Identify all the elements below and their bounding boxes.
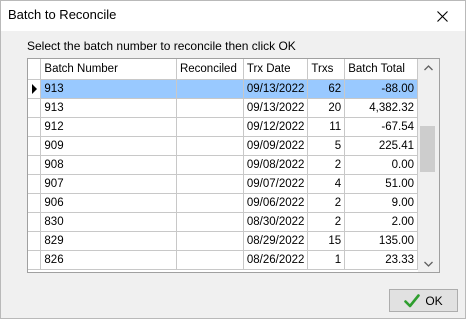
batch-grid[interactable]: Batch Number Reconciled Trx Date Trxs Ba… — [27, 58, 440, 273]
row-indicator — [28, 212, 42, 232]
cell-batch-total: 225.41 — [344, 136, 418, 156]
cell-batch-number: 913 — [40, 79, 177, 99]
cell-trx-date: 09/12/2022 — [243, 117, 309, 137]
batch-table: Batch Number Reconciled Trx Date Trxs Ba… — [28, 59, 418, 270]
cell-trx-date: 09/09/2022 — [243, 136, 309, 156]
column-header-trx-date[interactable]: Trx Date — [243, 59, 309, 80]
ok-button[interactable]: OK — [389, 289, 458, 312]
cell-reconciled — [176, 117, 244, 137]
column-header-trxs[interactable]: Trxs — [307, 59, 346, 80]
cell-trx-date: 09/13/2022 — [243, 79, 309, 99]
table-row[interactable]: 912 09/12/2022 11 -67.54 — [28, 117, 418, 137]
cell-trx-date: 09/13/2022 — [243, 98, 309, 118]
cell-batch-total: -88.00 — [344, 79, 418, 99]
cell-trxs: 2 — [307, 212, 346, 232]
cell-reconciled — [176, 250, 244, 270]
cell-batch-total: -67.54 — [344, 117, 418, 137]
cell-batch-total: 4,382.32 — [344, 98, 418, 118]
chevron-up-icon — [424, 64, 433, 70]
close-icon — [436, 10, 448, 22]
cell-reconciled — [176, 193, 244, 213]
cell-batch-number: 826 — [40, 250, 177, 270]
table-row[interactable]: 909 09/09/2022 5 225.41 — [28, 136, 418, 156]
cell-reconciled — [176, 98, 244, 118]
scroll-down-button[interactable] — [418, 255, 439, 272]
column-header-batch-number[interactable]: Batch Number — [40, 59, 177, 80]
cell-trx-date: 09/08/2022 — [243, 155, 309, 175]
table-row[interactable]: 913 09/13/2022 62 -88.00 — [28, 79, 418, 99]
scroll-up-button[interactable] — [418, 59, 439, 76]
cell-trx-date: 09/07/2022 — [243, 174, 309, 194]
table-row[interactable]: 908 09/08/2022 2 0.00 — [28, 155, 418, 175]
row-indicator — [28, 193, 42, 213]
close-button[interactable] — [419, 1, 465, 31]
cell-batch-number: 908 — [40, 155, 177, 175]
cell-batch-total: 2.00 — [344, 212, 418, 232]
checkmark-icon — [404, 293, 421, 307]
cell-trxs: 5 — [307, 136, 346, 156]
grid-body: 913 09/13/2022 62 -88.00 913 09/13/2022 20 4,38… — [28, 79, 418, 270]
row-indicator — [28, 117, 42, 137]
table-row[interactable]: 913 09/13/2022 20 4,382.32 — [28, 98, 418, 118]
row-indicator — [28, 174, 42, 194]
row-indicator — [28, 79, 42, 99]
batch-to-reconcile-dialog: Batch to Reconcile Select the batch numb… — [0, 0, 466, 319]
chevron-down-icon — [424, 261, 433, 267]
table-row[interactable]: 830 08/30/2022 2 2.00 — [28, 212, 418, 232]
cell-batch-total: 135.00 — [344, 231, 418, 251]
header-row: Batch Number Reconciled Trx Date Trxs Ba… — [28, 59, 418, 80]
cell-reconciled — [176, 136, 244, 156]
column-header-reconciled[interactable]: Reconciled — [176, 59, 244, 80]
cell-trxs: 2 — [307, 193, 346, 213]
current-row-arrow-icon — [32, 83, 37, 94]
cell-trx-date: 08/26/2022 — [243, 250, 309, 270]
cell-batch-number: 909 — [40, 136, 177, 156]
window-title: Batch to Reconcile — [8, 7, 117, 22]
row-indicator — [28, 136, 42, 156]
cell-trxs: 11 — [307, 117, 346, 137]
cell-trxs: 20 — [307, 98, 346, 118]
vertical-scrollbar[interactable] — [418, 59, 439, 272]
cell-trx-date: 09/06/2022 — [243, 193, 309, 213]
row-indicator — [28, 250, 42, 270]
cell-trx-date: 08/30/2022 — [243, 212, 309, 232]
cell-batch-number: 912 — [40, 117, 177, 137]
cell-batch-total: 9.00 — [344, 193, 418, 213]
cell-trxs: 4 — [307, 174, 346, 194]
cell-batch-total: 51.00 — [344, 174, 418, 194]
row-indicator — [28, 98, 42, 118]
title-bar[interactable]: Batch to Reconcile — [1, 1, 465, 31]
cell-batch-number: 829 — [40, 231, 177, 251]
ok-button-label: OK — [425, 293, 443, 308]
cell-trxs: 15 — [307, 231, 346, 251]
cell-reconciled — [176, 212, 244, 232]
scroll-thumb[interactable] — [420, 126, 435, 172]
cell-trxs: 1 — [307, 250, 346, 270]
cell-trxs: 2 — [307, 155, 346, 175]
cell-trxs: 62 — [307, 79, 346, 99]
row-indicator — [28, 155, 42, 175]
row-indicator — [28, 231, 42, 251]
cell-batch-total: 23.33 — [344, 250, 418, 270]
cell-batch-number: 906 — [40, 193, 177, 213]
cell-batch-number: 907 — [40, 174, 177, 194]
instruction-text: Select the batch number to reconcile the… — [27, 39, 296, 53]
column-header-batch-total[interactable]: Batch Total — [344, 59, 418, 80]
table-row[interactable]: 906 09/06/2022 2 9.00 — [28, 193, 418, 213]
cell-reconciled — [176, 174, 244, 194]
cell-batch-number: 913 — [40, 98, 177, 118]
cell-reconciled — [176, 155, 244, 175]
cell-reconciled — [176, 79, 244, 99]
row-indicator-header — [28, 59, 42, 80]
cell-batch-total: 0.00 — [344, 155, 418, 175]
cell-batch-number: 830 — [40, 212, 177, 232]
cell-trx-date: 08/29/2022 — [243, 231, 309, 251]
table-row[interactable]: 829 08/29/2022 15 135.00 — [28, 231, 418, 251]
table-row[interactable]: 826 08/26/2022 1 23.33 — [28, 250, 418, 270]
table-row[interactable]: 907 09/07/2022 4 51.00 — [28, 174, 418, 194]
cell-reconciled — [176, 231, 244, 251]
